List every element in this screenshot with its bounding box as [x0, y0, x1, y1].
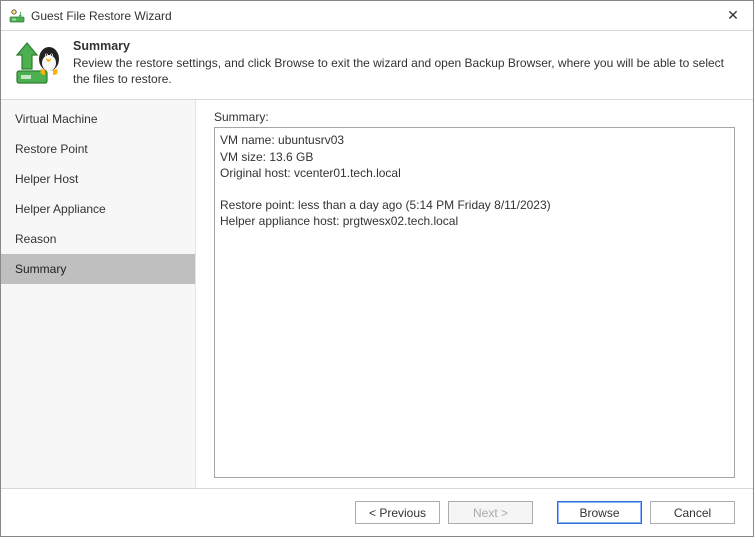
- titlebar: Guest File Restore Wizard ✕: [1, 1, 753, 31]
- app-icon: [9, 8, 25, 24]
- previous-button[interactable]: < Previous: [355, 501, 440, 524]
- next-button: Next >: [448, 501, 533, 524]
- steps-sidebar: Virtual Machine Restore Point Helper Hos…: [1, 100, 196, 488]
- wizard-header: Summary Review the restore settings, and…: [1, 31, 753, 100]
- restore-linux-icon: [15, 39, 63, 87]
- step-summary[interactable]: Summary: [1, 254, 195, 284]
- step-virtual-machine[interactable]: Virtual Machine: [1, 104, 195, 134]
- step-helper-host[interactable]: Helper Host: [1, 164, 195, 194]
- main-panel: Summary: VM name: ubuntusrv03 VM size: 1…: [196, 100, 753, 488]
- cancel-button[interactable]: Cancel: [650, 501, 735, 524]
- window-title: Guest File Restore Wizard: [31, 9, 713, 23]
- page-title: Summary: [73, 39, 739, 53]
- page-description: Review the restore settings, and click B…: [73, 55, 739, 87]
- button-spacer: [541, 501, 549, 524]
- browse-button[interactable]: Browse: [557, 501, 642, 524]
- step-helper-appliance[interactable]: Helper Appliance: [1, 194, 195, 224]
- step-restore-point[interactable]: Restore Point: [1, 134, 195, 164]
- summary-label: Summary:: [214, 110, 735, 124]
- step-reason[interactable]: Reason: [1, 224, 195, 254]
- wizard-footer: < Previous Next > Browse Cancel: [1, 488, 753, 536]
- wizard-body: Virtual Machine Restore Point Helper Hos…: [1, 100, 753, 488]
- wizard-window: Guest File Restore Wizard ✕ Summary Revi: [0, 0, 754, 537]
- summary-textarea[interactable]: VM name: ubuntusrv03 VM size: 13.6 GB Or…: [214, 127, 735, 478]
- header-text: Summary Review the restore settings, and…: [73, 39, 739, 87]
- close-button[interactable]: ✕: [713, 1, 753, 31]
